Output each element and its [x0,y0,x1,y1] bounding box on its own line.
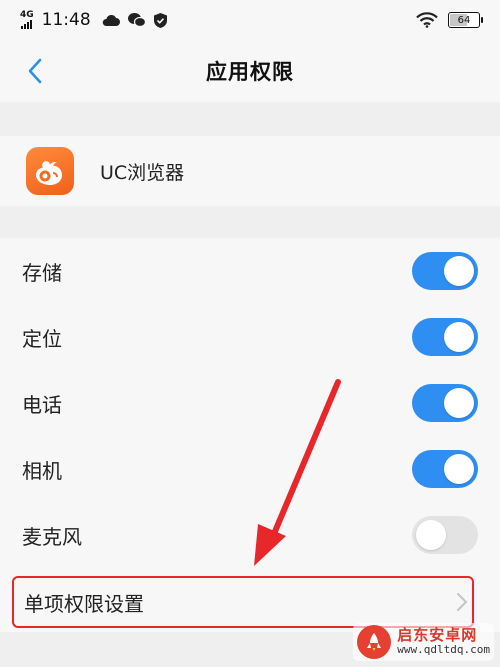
app-name: UC浏览器 [100,161,185,184]
permission-label: 定位 [22,326,62,351]
wechat-icon [127,12,147,28]
section-divider [0,206,500,238]
single-permission-settings[interactable]: 单项权限设置 [12,576,474,628]
toggle-knob [444,256,474,286]
toggle-knob [444,454,474,484]
watermark-title: 启东安卓网 [397,626,478,645]
permission-row-location: 定位 [0,304,500,370]
page-title: 应用权限 [206,60,294,84]
location-toggle[interactable] [412,318,478,356]
watermark-logo-icon [357,625,392,659]
title-bar: 应用权限 [0,40,500,102]
cloud-icon [101,13,121,27]
storage-toggle[interactable] [412,252,478,290]
toggle-knob [444,388,474,418]
watermark: 启东安卓网 www.qdltdq.com [353,623,494,661]
battery-level: 64 [457,14,471,26]
permission-row-phone: 电话 [0,370,500,436]
chevron-right-icon [457,593,467,611]
camera-toggle[interactable] [412,450,478,488]
status-time: 11:48 [41,10,91,30]
network-type: 4G [20,10,34,20]
toggle-knob [444,322,474,352]
network-indicator: 4G [20,11,34,29]
phone-toggle[interactable] [412,384,478,422]
permission-row-microphone: 麦克风 [0,502,500,568]
uc-browser-icon [26,147,74,195]
back-button[interactable] [18,54,52,88]
permission-label: 麦克风 [22,524,82,549]
permission-row-camera: 相机 [0,436,500,502]
permission-label: 电话 [22,392,62,417]
status-bar: 4G 11:48 64 [0,0,500,40]
single-permission-settings-label: 单项权限设置 [24,591,144,616]
permission-list: 存储 定位 电话 相机 麦克风 [0,238,500,568]
watermark-url: www.qdltdq.com [397,643,490,657]
permission-label: 相机 [22,458,62,483]
section-divider [0,102,500,136]
permission-row-storage: 存储 [0,238,500,304]
toggle-knob [416,520,446,550]
wifi-icon [416,12,438,28]
chevron-left-icon [28,58,42,84]
permission-label: 存储 [22,260,62,285]
signal-icon [21,20,33,29]
microphone-toggle[interactable] [412,516,478,554]
shield-icon [153,12,168,29]
app-info-row: UC浏览器 [0,136,500,206]
battery-icon: 64 [448,12,483,28]
